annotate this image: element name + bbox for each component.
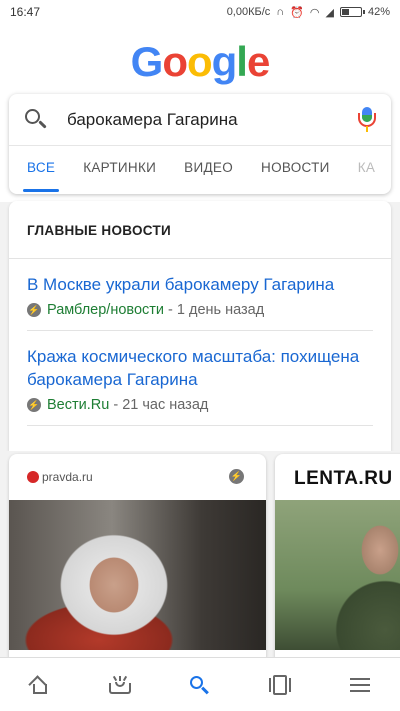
news-separator: -	[113, 397, 119, 413]
battery-fill	[341, 9, 349, 15]
status-time: 16:47	[10, 5, 41, 19]
nav-home-button[interactable]	[15, 665, 65, 705]
nav-menu-button[interactable]	[335, 665, 385, 705]
news-time: 21 час назад	[122, 397, 209, 413]
news-item[interactable]: Кража космического масштаба: похищена ба…	[27, 331, 373, 426]
network-speed: 0,00КБ/с	[226, 6, 271, 18]
tab-video[interactable]: ВИДЕО	[184, 146, 233, 194]
article-photo	[9, 500, 266, 650]
amp-bolt-icon: ⚡	[27, 303, 41, 317]
tab-images[interactable]: КАРТИНКИ	[83, 146, 156, 194]
article-photo	[275, 500, 400, 650]
updates-icon	[109, 675, 131, 694]
publisher-name: pravda.ru	[42, 470, 93, 484]
search-icon[interactable]	[23, 107, 49, 133]
signal-icon: ◢	[325, 6, 334, 19]
status-bar: 16:47 0,00КБ/с ∩ ⏰ ◠ ◢ 42%	[0, 0, 400, 24]
news-meta: ⚡ Вести.Ru - 21 час назад	[27, 397, 373, 413]
tab-all[interactable]: ВСЕ	[22, 146, 60, 194]
nav-updates-button[interactable]	[95, 665, 145, 705]
search-tabs: ВСЕ КАРТИНКИ ВИДЕО НОВОСТИ КА	[9, 146, 391, 194]
logo-letter: G	[130, 38, 164, 85]
card-header: pravda.ru ⚡	[9, 454, 266, 500]
search-header: Google барокамера Гагарина ВСЕ КАРТИНКИ …	[0, 24, 400, 202]
nav-tabs-button[interactable]	[255, 665, 305, 705]
top-news-heading: ГЛАВНЫЕ НОВОСТИ	[9, 201, 391, 259]
news-source: Рамблер/новости	[47, 302, 164, 318]
news-time: 1 день назад	[176, 302, 265, 318]
news-source: Вести.Ru	[47, 397, 110, 413]
alarm-icon: ⏰	[290, 6, 304, 19]
news-title-link[interactable]: В Москве украли барокамеру Гагарина	[27, 273, 373, 296]
tabs-icon	[269, 674, 291, 695]
battery-percent: 42%	[367, 6, 390, 18]
news-carousel-card[interactable]: LENTA.RU	[275, 454, 400, 657]
tab-maps[interactable]: КА	[358, 146, 375, 194]
wifi-icon: ◠	[309, 6, 320, 19]
microphone-icon[interactable]	[357, 106, 377, 134]
logo-letter: o	[186, 38, 213, 85]
bottom-navigation	[0, 657, 400, 711]
pravda-logo: pravda.ru	[27, 470, 93, 484]
headphones-icon: ∩	[276, 6, 285, 18]
tab-news[interactable]: НОВОСТИ	[261, 146, 330, 194]
amp-bolt-icon: ⚡	[229, 469, 244, 484]
news-carousel-card[interactable]: pravda.ru ⚡	[9, 454, 266, 657]
logo-letter: g	[211, 38, 238, 85]
search-icon	[190, 675, 203, 689]
search-box: барокамера Гагарина ВСЕ КАРТИНКИ ВИДЕО Н…	[9, 94, 391, 194]
nav-search-button[interactable]	[175, 665, 225, 705]
search-row[interactable]: барокамера Гагарина	[9, 94, 391, 146]
logo-letter: l	[236, 38, 248, 85]
status-indicators: 0,00КБ/с ∩ ⏰ ◠ ◢ 42%	[227, 6, 390, 19]
google-logo[interactable]: Google	[0, 38, 400, 86]
top-news-card: ГЛАВНЫЕ НОВОСТИ В Москве украли барокаме…	[9, 201, 391, 451]
battery-icon	[339, 7, 365, 17]
menu-icon	[350, 677, 370, 692]
news-meta: ⚡ Рамблер/новости - 1 день назад	[27, 302, 373, 318]
lenta-logo: LENTA.RU	[294, 468, 393, 489]
home-icon	[28, 674, 50, 694]
logo-letter: o	[162, 38, 188, 85]
pravda-mark-icon	[27, 471, 39, 483]
card-header: LENTA.RU	[275, 454, 400, 500]
news-item[interactable]: В Москве украли барокамеру Гагарина ⚡ Ра…	[27, 259, 373, 331]
news-carousel[interactable]: pravda.ru ⚡ LENTA.RU	[0, 451, 400, 657]
news-title-link[interactable]: Кража космического масштаба: похищена ба…	[27, 345, 373, 391]
amp-bolt-icon: ⚡	[27, 398, 41, 412]
search-input[interactable]: барокамера Гагарина	[67, 110, 357, 130]
news-separator: -	[168, 302, 173, 318]
logo-letter: e	[246, 38, 270, 85]
